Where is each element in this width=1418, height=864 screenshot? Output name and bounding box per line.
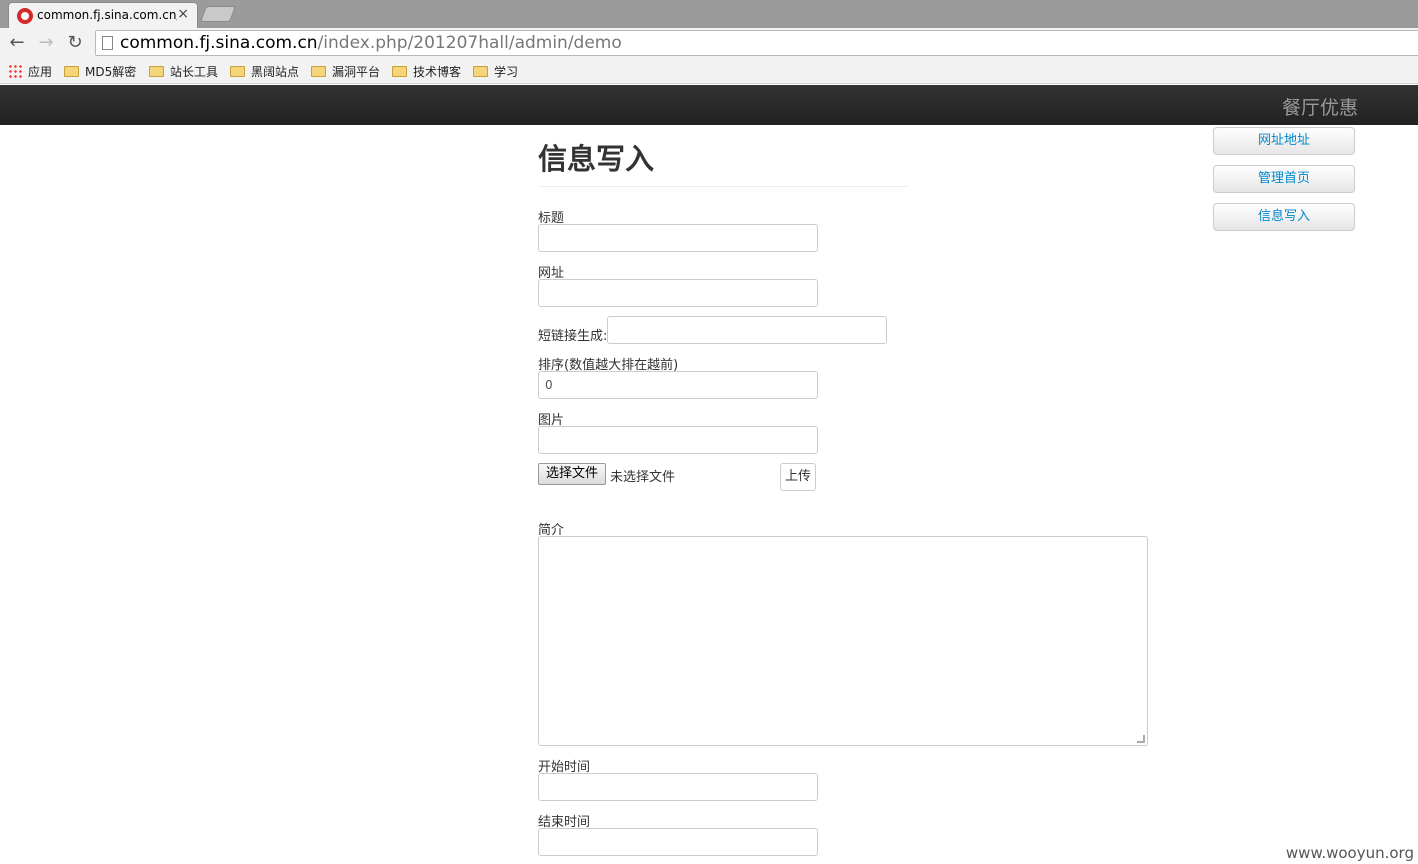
image-input[interactable] [538,426,818,454]
bookmarks-bar: 应用 MD5解密 站长工具 黑阔站点 漏洞平台 技术博客 学习 [0,58,1418,84]
upload-button[interactable]: 上传 [780,463,816,491]
forward-icon[interactable]: → [35,32,57,54]
sidebar-item-info-write[interactable]: 信息写入 [1213,203,1355,231]
title-input[interactable] [538,224,818,252]
new-tab-button[interactable] [200,6,236,22]
shortlink-label: 短链接生成: [538,329,608,344]
address-bar[interactable]: common.fj.sina.com.cn/index.php/201207ha… [95,30,1418,56]
apps-grid-icon [8,64,22,78]
folder-icon [230,65,245,77]
bookmark-study[interactable]: 学习 [473,62,518,80]
brand-link[interactable]: 餐厅优惠 [1282,93,1358,120]
watermark: www.wooyun.org [1285,844,1414,862]
folder-icon [311,65,326,77]
resize-grip-icon[interactable] [1137,735,1145,743]
order-input[interactable]: 0 [538,371,818,399]
page-title: 信息写入 [538,142,655,176]
folder-icon [392,65,407,77]
file-status: 未选择文件 [610,470,676,485]
browser-toolbar: ← → ↻ common.fj.sina.com.cn/index.php/20… [0,28,1418,58]
bookmark-md5[interactable]: MD5解密 [64,62,136,80]
page-icon [102,36,113,50]
sidebar-item-url-address[interactable]: 网址地址 [1213,127,1355,155]
folder-icon [149,65,164,77]
bookmark-vuln-platform[interactable]: 漏洞平台 [311,62,380,80]
bookmark-tech-blog[interactable]: 技术博客 [392,62,461,80]
bookmark-webmaster-tools[interactable]: 站长工具 [149,62,218,80]
tab-strip: common.fj.sina.com.cn/ × [0,0,1418,28]
folder-icon [64,65,79,77]
url-input[interactable] [538,279,818,307]
end-time-input[interactable] [538,828,818,856]
start-time-input[interactable] [538,773,818,801]
divider [538,186,908,187]
tab-title: common.fj.sina.com.cn/ [37,8,177,22]
intro-textarea[interactable] [538,536,1148,746]
shortlink-input[interactable] [607,316,887,344]
sidebar-item-admin-home[interactable]: 管理首页 [1213,165,1355,193]
back-icon[interactable]: ← [6,32,28,54]
bookmark-heikuo[interactable]: 黑阔站点 [230,62,299,80]
close-icon[interactable]: × [177,6,189,22]
folder-icon [473,65,488,77]
browser-tab[interactable]: common.fj.sina.com.cn/ × [8,2,198,28]
choose-file-button[interactable]: 选择文件 [538,463,606,485]
url-text: common.fj.sina.com.cn/index.php/201207ha… [120,33,622,53]
app-navbar: 餐厅优惠 [0,85,1418,125]
sina-favicon-icon [17,8,33,24]
bookmark-apps[interactable]: 应用 [8,62,52,80]
reload-icon[interactable]: ↻ [64,32,86,54]
